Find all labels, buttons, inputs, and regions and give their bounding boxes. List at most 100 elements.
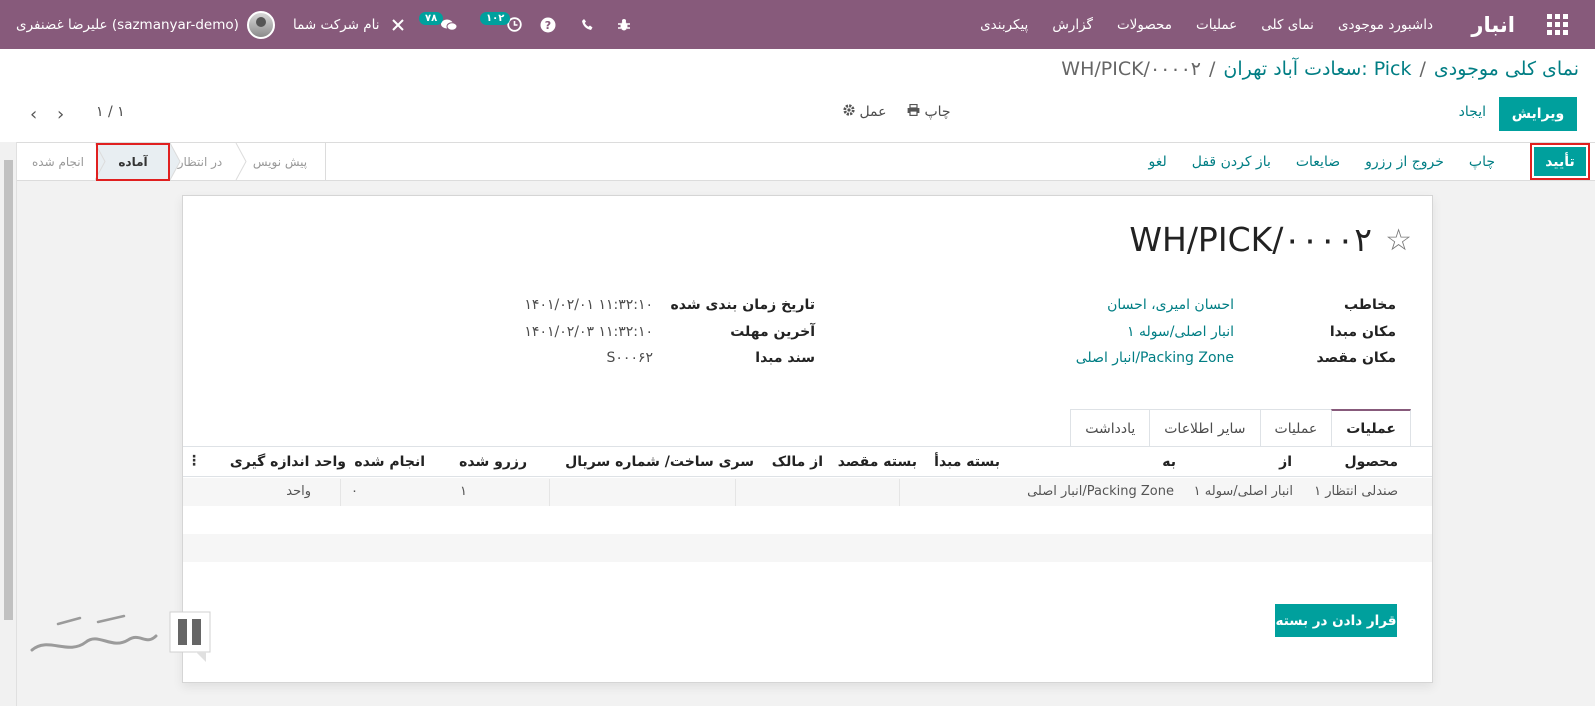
deadline-value: ۱۴۰۱/۰۲/۰۳ ۱۱:۳۲:۱۰ xyxy=(524,324,653,340)
menu-operations[interactable]: عملیات xyxy=(1184,17,1249,33)
destination-location-value[interactable]: انبار اصلی/Packing Zone xyxy=(1076,350,1234,366)
col-lot-serial[interactable]: سری ساخت/ شماره سریال xyxy=(565,454,754,470)
cell-divider xyxy=(735,479,736,506)
table-row[interactable]: صندلی انتظار ۱ انبار اصلی/سوله ۱ انبار ا… xyxy=(183,478,1432,506)
menu-inventory-dashboard[interactable]: داشبورد موجودی xyxy=(1326,17,1445,33)
top-navbar: انبار داشبورد موجودی نمای کلی عملیات محص… xyxy=(0,0,1595,49)
breadcrumb-sep: / xyxy=(1419,58,1426,80)
col-destination-package[interactable]: بسته مقصد xyxy=(838,454,917,470)
svg-text:?: ? xyxy=(545,19,551,32)
avatar xyxy=(246,10,275,39)
form-sheet: WH/PICK/۰۰۰۰۲ ☆ مخاطب احسان امیری، احسان… xyxy=(182,195,1433,683)
highlight-box xyxy=(96,143,170,181)
user-name: علیرضا غضنفری (sazmanyar-demo) xyxy=(16,16,239,33)
status-bar: تأیید چاپ خروج از رزرو ضایعات باز کردن ق… xyxy=(17,142,1595,181)
cell-reserved: ۱ xyxy=(460,484,467,499)
deadline-label: آخرین مهلت xyxy=(730,324,815,340)
scheduled-date-value: ۱۴۰۱/۰۲/۰۱ ۱۱:۳۲:۱۰ xyxy=(524,297,653,313)
cell-uom: واحد xyxy=(286,484,311,499)
table-row-empty xyxy=(183,534,1432,562)
tab-operations-detailed[interactable]: عملیات xyxy=(1331,409,1411,447)
status-actions: چاپ خروج از رزرو ضایعات باز کردن قفل لغو xyxy=(1148,143,1495,180)
col-product[interactable]: محصول xyxy=(1345,454,1398,470)
print-dropdown[interactable]: چاپ xyxy=(907,103,951,120)
breadcrumb: نمای کلی موجودی / سعادت آباد تهران: Pick… xyxy=(1061,58,1579,80)
col-owner[interactable]: از مالک xyxy=(772,454,823,470)
breadcrumb-sep: / xyxy=(1209,58,1216,80)
source-location-label: مکان مبدا xyxy=(1329,324,1396,340)
company-switch-icon[interactable] xyxy=(391,18,405,32)
cell-from: انبار اصلی/سوله ۱ xyxy=(1193,484,1293,499)
breadcrumb-overview[interactable]: نمای کلی موجودی xyxy=(1434,58,1579,80)
brand-logo xyxy=(28,606,214,668)
confirm-button[interactable]: تأیید xyxy=(1534,147,1586,176)
print-button[interactable]: چاپ xyxy=(1469,154,1495,170)
phone-icon[interactable] xyxy=(581,18,594,31)
print-label: چاپ xyxy=(924,104,951,120)
source-document-value: S۰۰۰۶۲ xyxy=(606,350,653,366)
action-label: عمل xyxy=(859,104,887,120)
cell-product: صندلی انتظار ۱ xyxy=(1314,484,1398,499)
app-title[interactable]: انبار xyxy=(1471,0,1515,49)
divider xyxy=(325,143,326,180)
cell-divider xyxy=(340,479,341,506)
tab-operations[interactable]: عملیات xyxy=(1259,409,1333,447)
cell-done: ۰ xyxy=(351,484,358,499)
col-to[interactable]: به xyxy=(1162,454,1176,470)
col-done[interactable]: انجام شده xyxy=(354,454,425,470)
menu-overview[interactable]: نمای کلی xyxy=(1249,17,1326,33)
scrollbar-thumb[interactable] xyxy=(4,160,13,620)
col-reserved[interactable]: رزرو شده xyxy=(459,454,527,470)
partner-value[interactable]: احسان امیری، احسان xyxy=(1107,297,1234,313)
user-menu[interactable]: علیرضا غضنفری (sazmanyar-demo) xyxy=(16,0,275,49)
scrap-button[interactable]: ضایعات xyxy=(1296,154,1340,170)
help-icon[interactable]: ? xyxy=(540,17,556,33)
table-row-empty xyxy=(183,506,1432,534)
scheduled-date-label: تاریخ زمان بندی شده xyxy=(670,297,815,313)
notebook-tabs: عملیات عملیات سایر اطلاعات یادداشت xyxy=(1070,409,1411,447)
pager-previous-icon[interactable]: ‹ xyxy=(30,104,37,125)
breadcrumb-operation-type[interactable]: سعادت آباد تهران: Pick xyxy=(1223,58,1411,80)
destination-location-label: مکان مقصد xyxy=(1316,350,1396,366)
print-icon xyxy=(907,103,924,120)
company-name[interactable]: نام شرکت شما xyxy=(293,0,379,49)
col-source-package[interactable]: بسته مبدأ xyxy=(934,454,1000,470)
optional-columns-icon[interactable]: ⋮ xyxy=(187,453,201,469)
menu-products[interactable]: محصولات xyxy=(1105,17,1184,33)
table-header: محصول از به بسته مبدأ بسته مقصد از مالک … xyxy=(183,447,1432,477)
source-location-value[interactable]: انبار اصلی/سوله ۱ xyxy=(1127,324,1234,340)
gear-icon xyxy=(843,104,859,120)
breadcrumb-current: WH/PICK/۰۰۰۰۲ xyxy=(1061,58,1201,80)
create-button[interactable]: ایجاد xyxy=(1459,104,1486,120)
main-menu: داشبورد موجودی نمای کلی عملیات محصولات گ… xyxy=(968,0,1445,49)
debug-bug-icon[interactable] xyxy=(617,18,631,32)
action-dropdown[interactable]: عمل xyxy=(843,104,887,120)
activities-clock-icon[interactable]: ۱۰۲ xyxy=(480,12,523,32)
menu-reporting[interactable]: گزارش xyxy=(1040,17,1105,33)
cell-divider xyxy=(899,479,900,506)
activities-badge: ۱۰۲ xyxy=(480,12,511,25)
source-document-label: سند مبدا xyxy=(755,350,815,366)
messages-badge: ۷۸ xyxy=(419,12,444,25)
put-in-pack-button[interactable]: قرار دادن در بسته xyxy=(1275,604,1397,637)
unlock-button[interactable]: باز کردن قفل xyxy=(1192,154,1271,170)
stage-done[interactable]: انجام شده xyxy=(17,143,99,180)
scrollbar[interactable] xyxy=(0,142,17,706)
tab-additional-info[interactable]: سایر اطلاعات xyxy=(1149,409,1261,447)
pager-value[interactable]: ۱ / ۱ xyxy=(96,104,125,120)
star-icon[interactable]: ☆ xyxy=(1385,226,1412,256)
record-reference: WH/PICK/۰۰۰۰۲ xyxy=(1129,220,1372,259)
col-from[interactable]: از xyxy=(1279,454,1292,470)
messages-chat-icon[interactable]: ۷۸ xyxy=(419,12,458,32)
apps-menu-icon[interactable] xyxy=(1547,0,1571,49)
col-uom[interactable]: واحد اندازه گیری xyxy=(230,454,346,470)
cancel-button[interactable]: لغو xyxy=(1148,154,1166,170)
menu-configuration[interactable]: پیکربندی xyxy=(968,17,1040,33)
edit-button[interactable]: ویرایش xyxy=(1499,97,1577,131)
pager-next-icon[interactable]: › xyxy=(57,104,64,125)
cell-to: انبار اصلی/Packing Zone xyxy=(1027,484,1174,499)
unreserve-button[interactable]: خروج از رزرو xyxy=(1365,154,1444,170)
tab-note[interactable]: یادداشت xyxy=(1070,409,1151,447)
cell-divider xyxy=(549,479,550,506)
partner-label: مخاطب xyxy=(1343,297,1396,313)
